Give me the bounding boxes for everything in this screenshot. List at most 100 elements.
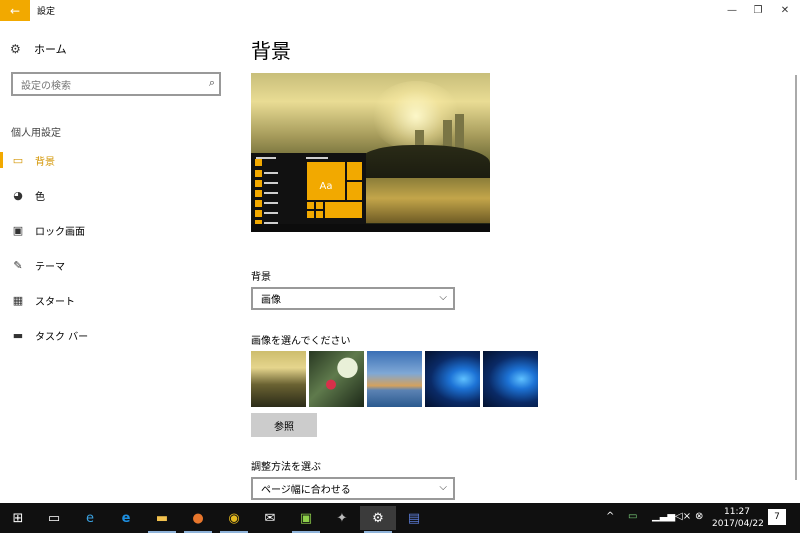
- settings-icon[interactable]: ⚙: [360, 506, 396, 533]
- preview-tile: [346, 161, 363, 181]
- preview-list-square: [255, 180, 262, 187]
- clock[interactable]: 11:27 2017/04/22: [712, 506, 764, 530]
- lock-screen-icon: ▣: [12, 223, 24, 237]
- sidebar-item-background[interactable]: ▭ 背景: [0, 145, 232, 175]
- preview-trees: [361, 145, 490, 181]
- edge-icon[interactable]: e: [108, 506, 144, 530]
- background-preview: Aa: [251, 73, 490, 232]
- chrome-icon[interactable]: ◉: [216, 506, 252, 533]
- back-arrow-icon: ←: [9, 3, 21, 18]
- file-explorer-icon[interactable]: ▬: [144, 506, 180, 533]
- search-box[interactable]: ⌕: [11, 72, 221, 97]
- volume-muted-icon[interactable]: ◁×: [675, 511, 691, 522]
- background-label: 背景: [251, 272, 271, 283]
- preview-list-line: [264, 172, 278, 174]
- preview-list-line: [264, 212, 278, 214]
- notification-center-icon[interactable]: 7: [768, 509, 786, 525]
- preview-list-line: [264, 202, 278, 204]
- home-label: ホーム: [34, 43, 67, 56]
- clock-date: 2017/04/22: [712, 519, 764, 529]
- preview-tile: [306, 210, 315, 219]
- section-heading: 個人用設定: [11, 128, 61, 139]
- page-title: 背景: [251, 39, 291, 63]
- chevron-up-icon[interactable]: ^: [606, 511, 614, 522]
- preview-list-square: [255, 210, 262, 217]
- app-icon[interactable]: ▣: [288, 506, 324, 533]
- gear-icon: ⚙: [10, 42, 21, 56]
- preview-tile-wide: [324, 201, 363, 219]
- sidebar: ⚙ ホーム ⌕ 個人用設定 ▭ 背景 ◕ 色 ▣ ロック画面 ✎ テーマ ▦ ス…: [0, 21, 232, 503]
- search-icon[interactable]: ⌕: [209, 76, 215, 90]
- windows-start-icon[interactable]: ⊞: [0, 506, 36, 530]
- preview-water: [361, 178, 490, 223]
- sidebar-item-start[interactable]: ▦ スタート: [0, 285, 232, 315]
- thumbnail-flower[interactable]: [309, 351, 364, 407]
- app-icon-3[interactable]: ▤: [396, 506, 432, 530]
- mail-icon[interactable]: ✉: [252, 506, 288, 530]
- close-icon: ✕: [780, 5, 790, 16]
- minimize-button[interactable]: —: [718, 0, 746, 21]
- preview-tile: [315, 201, 324, 210]
- taskbar: ⊞ ▭ e e ▬ ● ◉ ✉ ▣ ✦ ⚙ ▤ ^ ▭ ▁▃▅ ◁× ⊗ 11:…: [0, 503, 800, 533]
- sidebar-item-color[interactable]: ◕ 色: [0, 180, 232, 210]
- sidebar-item-lock-screen[interactable]: ▣ ロック画面: [0, 215, 232, 245]
- sidebar-item-taskbar[interactable]: ▬ タスク バー: [0, 320, 232, 350]
- notification-count: 7: [774, 512, 780, 522]
- sidebar-item-label: ロック画面: [35, 226, 85, 238]
- ie-icon[interactable]: e: [72, 506, 108, 530]
- preview-taskbar: [251, 224, 490, 232]
- preview-header-line: [306, 157, 328, 159]
- image-thumbnails: [251, 351, 538, 407]
- sidebar-item-label: テーマ: [35, 261, 65, 273]
- preview-list-square: [255, 159, 262, 166]
- close-button[interactable]: ✕: [771, 0, 799, 21]
- window-title: 設定: [37, 7, 56, 17]
- chevron-down-icon: ⌵: [439, 292, 447, 303]
- restore-button[interactable]: ❐: [744, 0, 772, 21]
- sidebar-item-label: スタート: [35, 296, 75, 308]
- brush-icon: ✎: [13, 258, 23, 272]
- task-view-icon[interactable]: ▭: [36, 506, 72, 530]
- search-input[interactable]: [13, 76, 193, 97]
- preview-list-line: [256, 157, 276, 159]
- app-icon-2[interactable]: ✦: [324, 506, 360, 530]
- input-indicator-icon[interactable]: ⊗: [695, 511, 703, 522]
- thumbnail-windows-1[interactable]: [425, 351, 480, 407]
- clock-time: 11:27: [724, 507, 750, 517]
- background-type-dropdown[interactable]: 画像 ⌵: [251, 287, 455, 310]
- fit-dropdown[interactable]: ページ幅に合わせる ⌵: [251, 477, 455, 500]
- fit-value: ページ幅に合わせる: [261, 485, 351, 496]
- main-content: 背景 Aa 背景 画像 ⌵ 画像を選んでください 参照 調整方法を選ぶ ページ幅…: [251, 21, 800, 503]
- preview-list-square: [255, 190, 262, 197]
- title-bar: ← 設定 — ❐ ✕: [0, 0, 800, 21]
- thumbnail-harbor[interactable]: [251, 351, 306, 407]
- home-link[interactable]: ⚙ ホーム: [10, 41, 67, 57]
- preview-tile: [346, 181, 363, 201]
- taskbar-icon: ▬: [12, 328, 24, 342]
- chevron-down-icon: ⌵: [439, 482, 447, 493]
- settings-window: ← 設定 — ❐ ✕ ⚙ ホーム ⌕ 個人用設定 ▭ 背景 ◕ 色: [0, 0, 800, 503]
- thumbnail-beach[interactable]: [367, 351, 422, 407]
- picture-icon: ▭: [12, 153, 24, 167]
- sidebar-item-label: 色: [35, 191, 45, 203]
- thumbnail-windows-2[interactable]: [483, 351, 538, 407]
- sidebar-item-theme[interactable]: ✎ テーマ: [0, 250, 232, 280]
- network-icon[interactable]: ▁▃▅: [652, 511, 675, 522]
- back-button[interactable]: ←: [0, 0, 30, 21]
- restore-icon: ❐: [753, 5, 763, 16]
- choose-image-label: 画像を選んでください: [251, 336, 351, 347]
- preview-tile-large: Aa: [306, 161, 346, 201]
- preview-list-square: [255, 200, 262, 207]
- sidebar-item-label: 背景: [35, 156, 55, 168]
- firefox-icon[interactable]: ●: [180, 506, 216, 533]
- scrollbar[interactable]: [795, 75, 797, 480]
- fit-label: 調整方法を選ぶ: [251, 462, 321, 473]
- sidebar-item-label: タスク バー: [35, 331, 89, 343]
- start-icon: ▦: [12, 293, 24, 307]
- preview-tile: [306, 201, 315, 210]
- palette-icon: ◕: [13, 188, 23, 202]
- preview-tile-text: Aa: [319, 181, 333, 192]
- preview-start-menu: Aa: [251, 153, 366, 232]
- battery-icon[interactable]: ▭: [628, 511, 637, 522]
- browse-button[interactable]: 参照: [251, 413, 317, 437]
